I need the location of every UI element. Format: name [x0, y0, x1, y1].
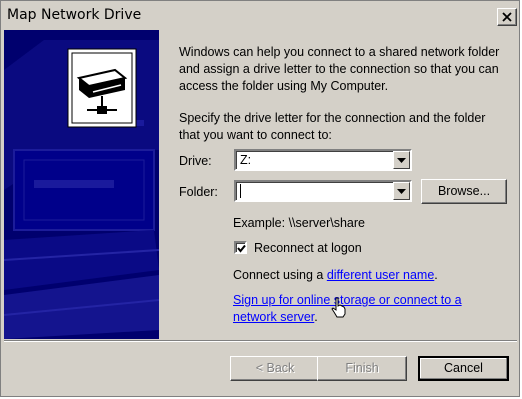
different-user-name-link[interactable]: different user name: [327, 268, 434, 282]
intro-text: Windows can help you connect to a shared…: [179, 45, 500, 93]
browse-button[interactable]: Browse...: [421, 179, 507, 204]
wizard-side-panel: [4, 30, 159, 339]
drive-label: Drive:: [179, 154, 212, 168]
example-text: Example: \\server\share: [233, 216, 365, 230]
drive-dropdown-button[interactable]: [393, 151, 410, 169]
network-drive-icon: [67, 48, 137, 128]
reconnect-label[interactable]: Reconnect at logon: [254, 241, 362, 255]
connect-using-prefix: Connect using a: [233, 268, 327, 282]
close-icon: [502, 12, 512, 22]
wizard-content: Windows can help you connect to a shared…: [159, 30, 519, 339]
dropdown-arrow-icon: [397, 158, 406, 163]
instructions-text: Specify the drive letter for the connect…: [179, 111, 486, 142]
footer-separator: [4, 340, 517, 342]
text-cursor: [240, 184, 241, 198]
window-title: Map Network Drive: [7, 7, 142, 23]
dropdown-arrow-icon: [397, 189, 406, 194]
signup-suffix: .: [314, 310, 318, 324]
drive-value: Z:: [240, 153, 252, 167]
drive-combobox[interactable]: Z:: [234, 149, 412, 171]
hand-cursor-icon: [331, 297, 346, 318]
back-button[interactable]: < Back: [230, 356, 320, 381]
connect-using-suffix: .: [434, 268, 438, 282]
map-network-drive-dialog: Map Network Drive Windows can help you c…: [0, 0, 520, 397]
cancel-button[interactable]: Cancel: [418, 356, 509, 381]
connect-using-line: Connect using a different user name.: [233, 267, 438, 284]
checkmark-icon: [237, 244, 246, 253]
signup-link[interactable]: Sign up for online storage or connect to…: [233, 293, 462, 324]
folder-label: Folder:: [179, 185, 218, 199]
close-button[interactable]: [497, 8, 517, 26]
reconnect-checkbox[interactable]: [234, 241, 247, 254]
finish-button[interactable]: Finish: [317, 356, 407, 381]
folder-dropdown-button[interactable]: [393, 182, 410, 200]
folder-combobox[interactable]: [234, 180, 412, 202]
title-bar[interactable]: Map Network Drive: [3, 3, 517, 27]
signup-line: Sign up for online storage or connect to…: [233, 292, 493, 326]
